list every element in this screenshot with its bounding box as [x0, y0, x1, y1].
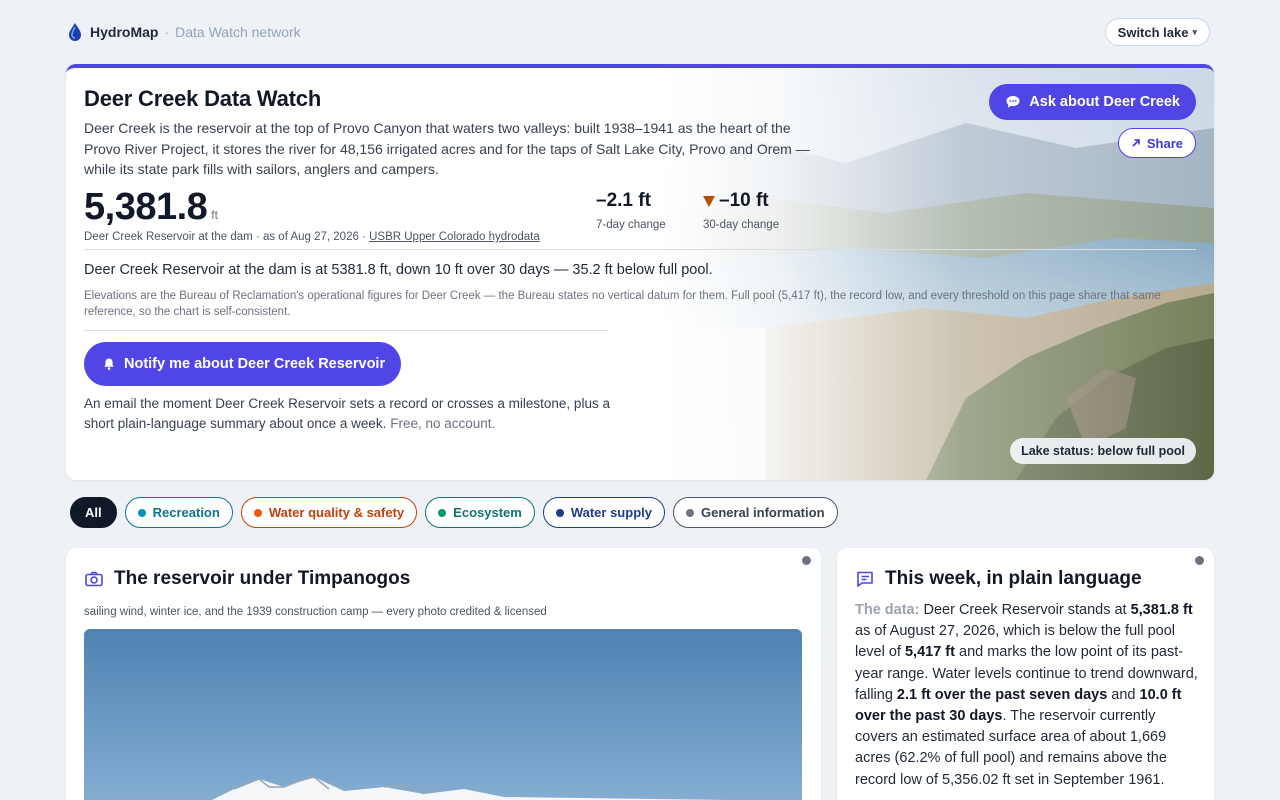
filter-chip-all[interactable]: All	[70, 497, 117, 528]
filter-label: Water supply	[570, 505, 652, 520]
filter-chip-water-supply[interactable]: Water supply	[542, 497, 665, 528]
water-drop-icon	[69, 23, 81, 41]
lake-intro: Deer Creek is the reservoir at the top o…	[84, 120, 810, 177]
change-7-day-value: –2.1 ft	[596, 190, 651, 211]
category-dot	[253, 508, 262, 517]
plain-summary: The data: Deer Creek Reservoir stands at…	[855, 600, 1200, 791]
filter-label: Water quality & safety	[268, 505, 405, 520]
change-30-day: –10 ft 30-day change	[703, 190, 779, 231]
filter-chip-general[interactable]: General information	[672, 497, 838, 528]
divider	[84, 330, 608, 331]
caret-down-icon: ▾	[1192, 26, 1197, 37]
category-dot	[555, 508, 564, 517]
lake-status-badge: Lake status: below full pool	[1010, 438, 1196, 464]
hero-card: Deer Creek Data Watch Deer Creek is the …	[66, 64, 1214, 480]
category-dot	[1195, 556, 1204, 565]
data-label: The data:	[855, 602, 920, 618]
notify-desc-text: An email the moment Deer Creek Reservoir…	[84, 396, 610, 431]
photo-card-header: The reservoir under Timpanogos	[84, 568, 410, 590]
category-dot	[802, 556, 811, 565]
plain-card-header: This week, in plain language	[855, 568, 1142, 590]
summary-level: 5,381.8 ft	[1130, 602, 1193, 618]
level-caption-text: Deer Creek Reservoir at the dam · as of …	[84, 231, 366, 243]
summary-full-pool: 5,417 ft	[904, 644, 955, 661]
mountain-photo[interactable]	[84, 629, 802, 800]
plain-language-card: This week, in plain language The data: D…	[837, 548, 1214, 800]
filter-label: All	[85, 505, 102, 520]
camera-icon	[85, 571, 103, 587]
photo-card-subtitle: sailing wind, winter ice, and the 1939 c…	[84, 606, 547, 618]
filter-chip-water-quality[interactable]: Water quality & safety	[240, 497, 418, 528]
photo-card-title: The reservoir under Timpanogos	[114, 568, 411, 589]
switch-lake-label: Switch lake	[1117, 24, 1189, 40]
brand-name: HydroMap	[90, 24, 159, 40]
source-link[interactable]: USBR Upper Colorado hydrodata	[369, 231, 540, 243]
switch-lake-button[interactable]: Switch lake ▾	[1104, 18, 1210, 46]
plain-card-title: This week, in plain language	[885, 568, 1142, 589]
share-label: Share	[1146, 135, 1183, 151]
divider	[84, 249, 1196, 250]
summary-text: Deer Creek Reservoir stands at	[923, 602, 1127, 618]
change-30-day-label: 30-day change	[703, 219, 780, 231]
brand[interactable]: HydroMap · Data Watch network	[66, 22, 301, 42]
category-dot	[438, 508, 447, 517]
category-dot	[685, 508, 694, 517]
ask-label: Ask about Deer Creek	[1029, 94, 1180, 110]
filter-label: General information	[700, 505, 825, 520]
brand-subtitle: Data Watch network	[175, 24, 301, 40]
filter-chip-ecosystem[interactable]: Ecosystem	[425, 497, 535, 528]
message-lines-icon	[857, 571, 873, 587]
page-title: Deer Creek Data Watch	[84, 86, 322, 111]
photo-card: The reservoir under Timpanogos sailing w…	[66, 548, 821, 800]
summary-text: and	[1111, 686, 1136, 703]
change-7-day: –2.1 ft 7-day change	[596, 190, 666, 231]
summary-7-day: 2.1 ft over the past seven days	[896, 686, 1108, 703]
change-7-day-label: 7-day change	[596, 219, 666, 231]
metrics-row: 5,381.8 ft Deer Creek Reservoir at the d…	[84, 186, 1194, 243]
bell-icon	[104, 358, 114, 370]
notify-description: An email the moment Deer Creek Reservoir…	[84, 394, 614, 434]
level-summary: Deer Creek Reservoir at the dam is at 53…	[84, 262, 713, 278]
ask-button[interactable]: Ask about Deer Creek	[989, 84, 1196, 120]
notify-button[interactable]: Notify me about Deer Creek Reservoir	[84, 342, 402, 386]
level-value: 5,381.8	[84, 186, 208, 228]
category-filters: All Recreation Water quality & safety Ec…	[70, 497, 838, 528]
down-arrow-icon	[703, 195, 715, 207]
notify-free-text: Free, no account.	[390, 416, 496, 431]
brand-separator: ·	[164, 24, 170, 40]
level-unit: ft	[211, 208, 218, 222]
change-30-day-value: –10 ft	[719, 190, 769, 211]
filter-label: Ecosystem	[453, 505, 522, 520]
level-caption: Deer Creek Reservoir at the dam · as of …	[84, 231, 1194, 243]
hero-header: Deer Creek Data Watch Deer Creek is the …	[84, 86, 844, 180]
datum-note: Elevations are the Bureau of Reclamation…	[84, 290, 1161, 318]
chat-bubble-icon	[1006, 96, 1020, 108]
filter-label: Recreation	[152, 505, 220, 520]
top-nav: HydroMap · Data Watch network Switch lak…	[66, 18, 1210, 46]
notify-label: Notify me about Deer Creek Reservoir	[124, 356, 386, 372]
share-button[interactable]: Share	[1117, 128, 1196, 158]
filter-chip-recreation[interactable]: Recreation	[124, 497, 233, 528]
arrow-up-right-icon	[1132, 139, 1140, 147]
category-dot	[137, 508, 146, 517]
